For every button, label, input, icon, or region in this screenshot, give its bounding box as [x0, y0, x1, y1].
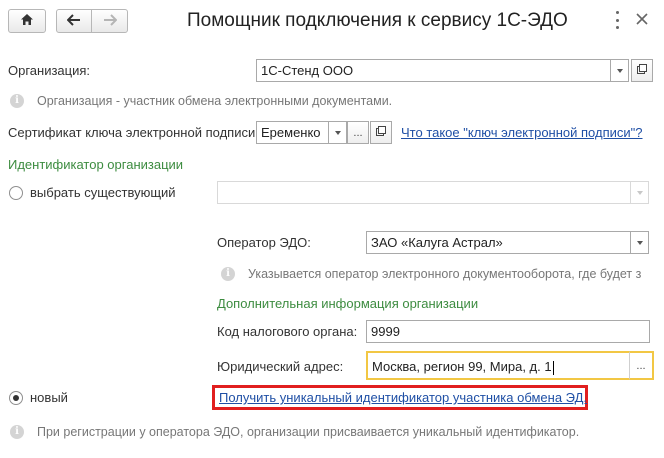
text-cursor	[552, 360, 554, 375]
radio-existing-label[interactable]: выбрать существующий	[30, 185, 176, 200]
operator-field[interactable]: ЗАО «Калуга Астрал»	[366, 231, 631, 254]
additional-section-title: Дополнительная информация организации	[217, 296, 479, 311]
close-icon[interactable]	[635, 12, 649, 29]
info-icon: i	[221, 267, 235, 281]
legal-address-select-button[interactable]: ...	[629, 351, 654, 380]
tax-office-label: Код налогового органа:	[217, 324, 358, 339]
tax-office-field[interactable]: 9999	[366, 320, 650, 343]
organization-hint: Организация - участник обмена электронны…	[37, 94, 393, 108]
operator-label: Оператор ЭДО:	[217, 235, 311, 250]
radio-new-label[interactable]: новый	[30, 390, 68, 405]
window-title: Помощник подключения к сервису 1С-ЭДО	[187, 10, 568, 31]
info-icon: i	[10, 425, 24, 439]
back-button[interactable]	[56, 9, 92, 33]
home-button[interactable]	[8, 9, 46, 33]
certificate-select-button[interactable]: ...	[347, 121, 369, 144]
chevron-down-icon	[636, 240, 643, 245]
chevron-down-icon	[334, 130, 341, 135]
existing-identifier-dropdown[interactable]	[630, 181, 649, 204]
existing-identifier-field[interactable]	[217, 181, 631, 204]
operator-dropdown-button[interactable]	[630, 231, 649, 254]
chevron-down-icon	[636, 190, 643, 195]
home-icon	[20, 13, 34, 29]
more-vert-icon[interactable]	[612, 11, 622, 29]
organization-open-button[interactable]	[631, 59, 653, 82]
open-form-icon	[637, 64, 647, 77]
arrow-right-icon	[103, 13, 117, 29]
certificate-field[interactable]: Еременко	[256, 121, 329, 144]
organization-label: Организация:	[8, 63, 91, 78]
certificate-open-button[interactable]	[370, 121, 392, 144]
certificate-dropdown-button[interactable]	[328, 121, 347, 144]
certificate-help-link[interactable]: Что такое "ключ электронной подписи"?	[401, 125, 643, 140]
organization-dropdown-button[interactable]	[610, 59, 629, 82]
certificate-label: Сертификат ключа электронной подписи:	[8, 125, 259, 140]
legal-address-label: Юридический адрес:	[217, 359, 344, 374]
organization-field[interactable]: 1С-Стенд ООО	[256, 59, 611, 82]
legal-address-value: Москва, регион 99, Мира, д. 1	[372, 359, 552, 374]
identifier-section-title: Идентификатор организации	[8, 157, 184, 172]
get-identifier-link[interactable]: Получить уникальный идентификатор участн…	[219, 390, 587, 405]
footer-hint: При регистрации у оператора ЭДО, организ…	[37, 425, 580, 439]
radio-existing[interactable]	[9, 186, 23, 200]
arrow-left-icon	[66, 13, 81, 29]
chevron-down-icon	[616, 68, 623, 73]
open-form-icon	[376, 126, 386, 139]
legal-address-field[interactable]: Москва, регион 99, Мира, д. 1	[366, 351, 630, 380]
operator-hint: Указывается оператор электронного докуме…	[248, 267, 642, 281]
radio-new[interactable]	[9, 391, 23, 405]
info-icon: i	[10, 94, 24, 108]
forward-button[interactable]	[91, 9, 128, 33]
